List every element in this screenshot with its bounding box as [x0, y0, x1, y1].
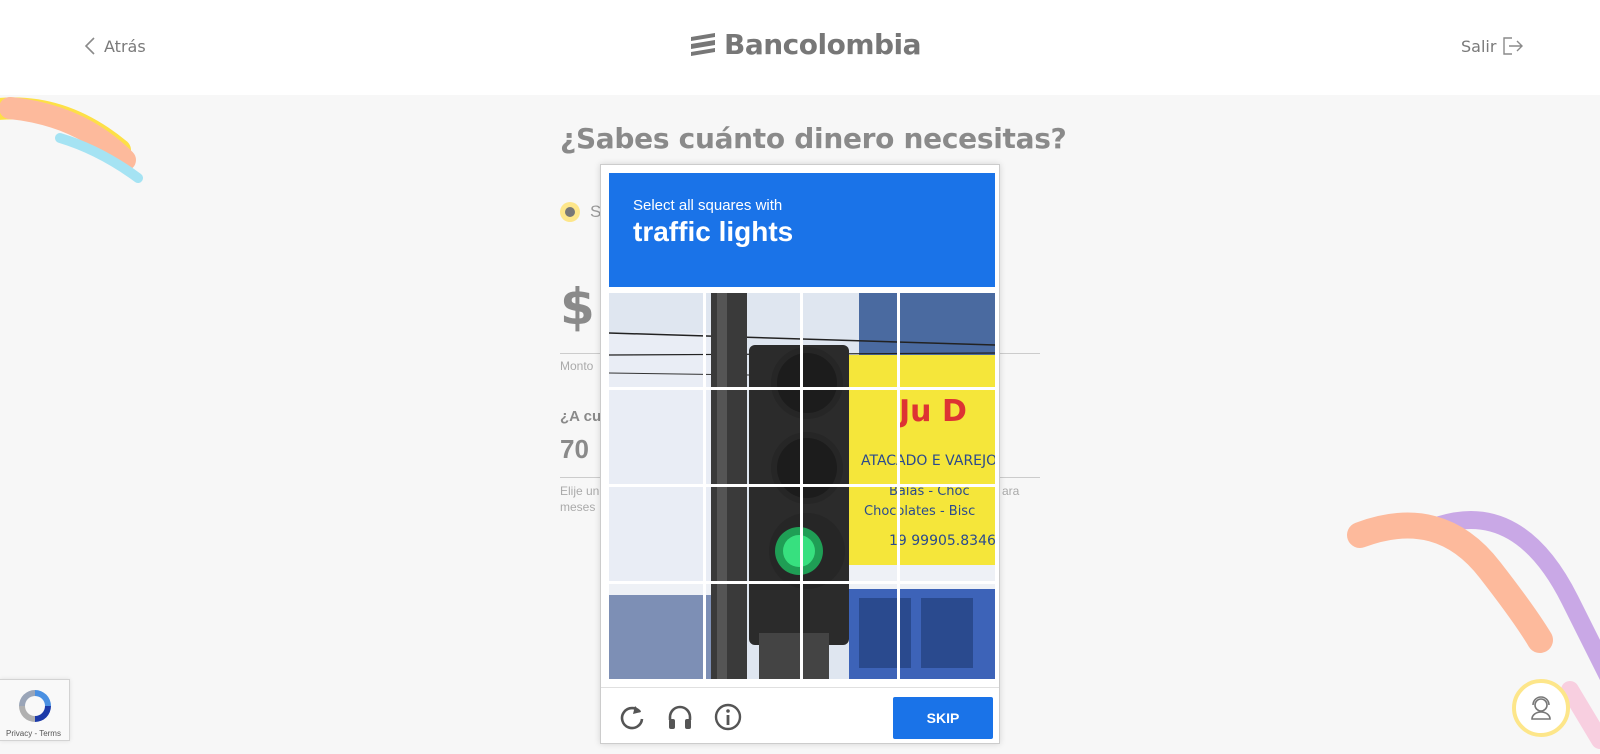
page-title: ¿Sabes cuánto dinero necesitas? [560, 122, 1067, 155]
support-button[interactable] [1512, 679, 1570, 737]
months-question: ¿A cu [560, 408, 602, 425]
captcha-target: traffic lights [633, 216, 794, 247]
exit-label: Salir [1461, 36, 1497, 56]
support-agent-icon [1531, 696, 1551, 720]
amount-input[interactable]: $ [560, 278, 595, 336]
months-hint-line2: meses [560, 500, 596, 514]
bancolombia-logo-icon [691, 32, 715, 56]
chevron-left-icon [84, 37, 95, 55]
months-hint: Elije un [560, 484, 600, 498]
captcha-image-grid: Ju D ATACADO E VAREJO Balas - Choc Choco… [609, 293, 995, 679]
back-label: Atrás [104, 36, 146, 56]
logout-icon [1503, 37, 1524, 55]
captcha-tile-7[interactable] [803, 390, 897, 484]
captcha-challenge-dialog: Select all squares with traffic lights J… [600, 164, 1000, 744]
recaptcha-logo-icon [19, 690, 51, 722]
captcha-tile-5[interactable] [609, 390, 703, 484]
captcha-tile-16[interactable] [900, 584, 994, 678]
recaptcha-links[interactable]: Privacy - Terms [6, 729, 61, 738]
months-hint-right: ara [1002, 484, 1020, 498]
captcha-tile-10[interactable] [706, 487, 800, 581]
brand-name: Bancolombia [724, 28, 922, 61]
amount-known-radio[interactable]: S [560, 202, 601, 222]
captcha-tile-15[interactable] [803, 584, 897, 678]
exit-button[interactable]: Salir [1461, 36, 1524, 56]
amount-hint: Monto [560, 359, 594, 373]
captcha-header: Select all squares with traffic lights [609, 173, 995, 287]
months-input[interactable]: 70 [560, 434, 589, 465]
captcha-tile-3[interactable] [803, 293, 897, 387]
captcha-tile-2[interactable] [706, 293, 800, 387]
captcha-tile-14[interactable] [706, 584, 800, 678]
radio-selected-indicator [560, 202, 580, 222]
brand-logo: Bancolombia [688, 28, 922, 61]
captcha-tile-1[interactable] [609, 293, 703, 387]
captcha-tile-4[interactable] [900, 293, 994, 387]
captcha-footer: SKIP [601, 687, 999, 744]
top-bar: Atrás Bancolombia Salir [0, 0, 1600, 95]
captcha-tile-9[interactable] [609, 487, 703, 581]
audio-icon[interactable] [665, 702, 695, 732]
captcha-tile-8[interactable] [900, 390, 994, 484]
captcha-instruction: Select all squares with [633, 197, 783, 214]
captcha-tile-12[interactable] [900, 487, 994, 581]
info-icon[interactable] [713, 702, 743, 732]
reload-icon[interactable] [617, 702, 647, 732]
captcha-tile-6[interactable] [706, 390, 800, 484]
back-button[interactable]: Atrás [84, 36, 146, 56]
recaptcha-badge[interactable]: Privacy - Terms [0, 679, 70, 741]
captcha-tile-13[interactable] [609, 584, 703, 678]
skip-button[interactable]: SKIP [893, 697, 993, 739]
captcha-tile-11[interactable] [803, 487, 897, 581]
